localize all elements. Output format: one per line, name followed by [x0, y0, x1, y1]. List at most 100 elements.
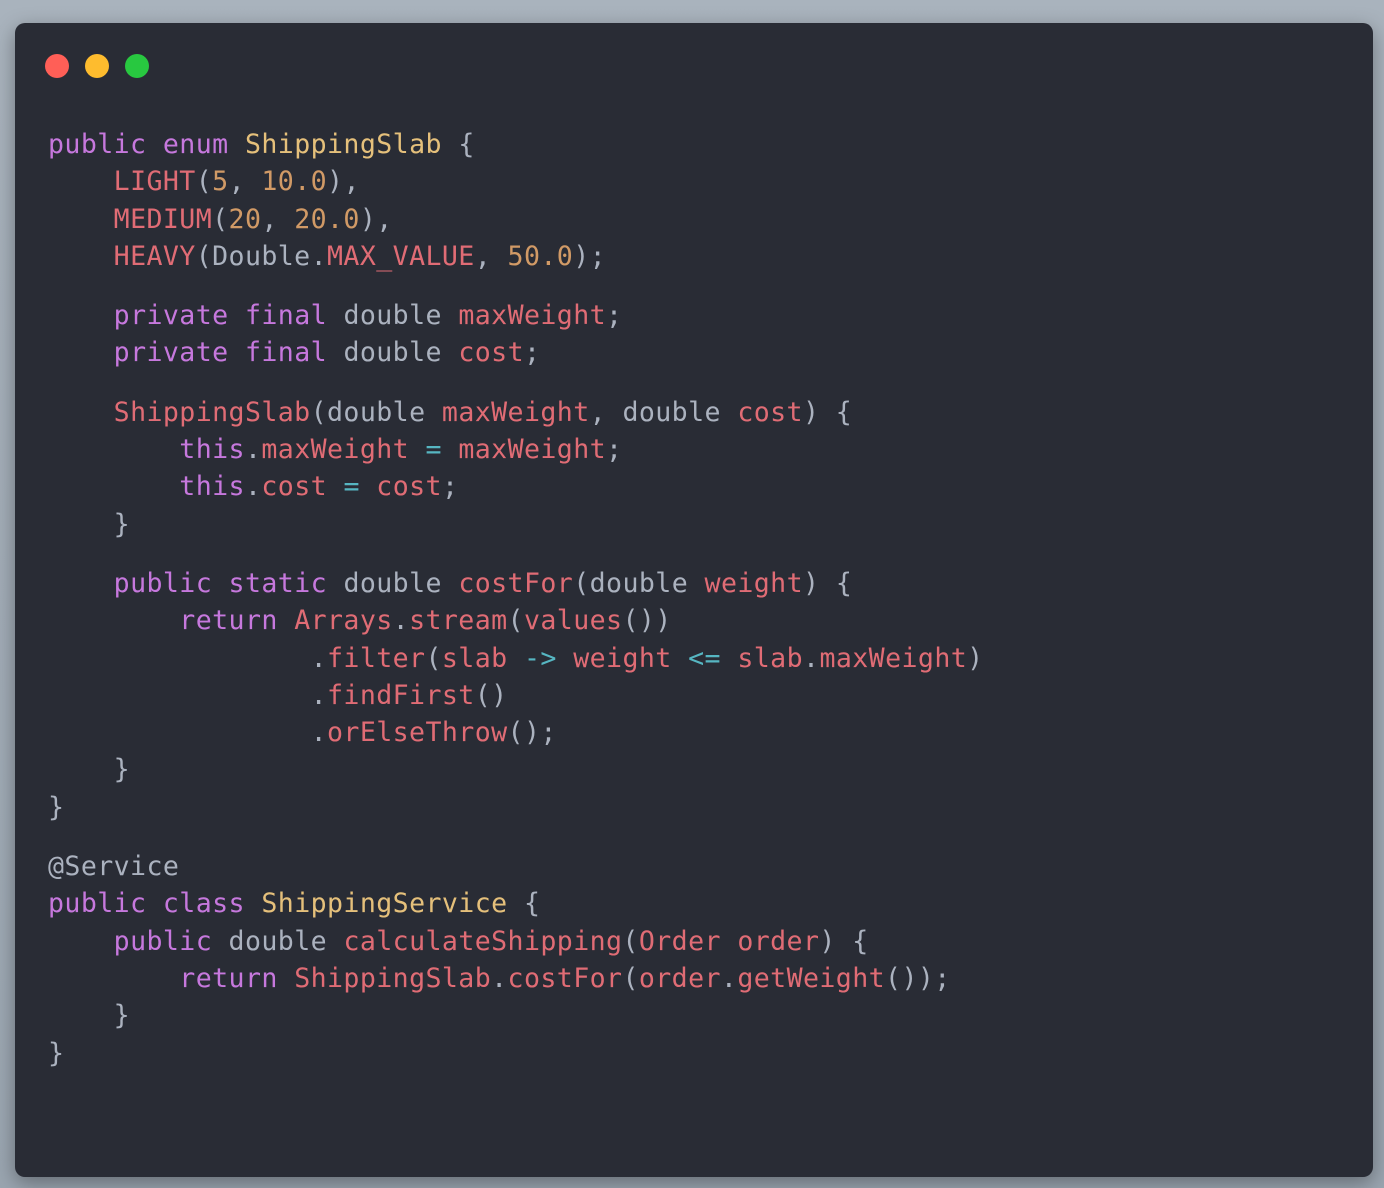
code-token-num: 5: [212, 166, 229, 198]
code-token-punc: ());: [885, 962, 951, 994]
code-token-punc: ,: [228, 166, 262, 198]
code-token-punc: (: [507, 605, 524, 637]
code-token-punc: (: [573, 567, 590, 599]
code-token-punc: (: [622, 925, 639, 957]
code-token-punc: ) {: [802, 396, 853, 428]
code-token-punc: .: [244, 471, 262, 503]
code-window: public enum ShippingSlab { LIGHT(5, 10.0…: [15, 23, 1373, 1177]
code-line: HEAVY(Double.MAX_VALUE, 50.0);: [48, 238, 984, 275]
code-line: public static double costFor(double weig…: [48, 565, 984, 602]
code-token-field: Order: [638, 925, 721, 957]
code-line: }: [48, 751, 984, 788]
code-line: private final double cost;: [48, 334, 984, 371]
code-line: }: [48, 1035, 984, 1072]
code-token-punc: ) {: [819, 925, 869, 957]
code-token-kw: class: [162, 888, 245, 920]
code-token-field: maxWeight: [819, 642, 968, 674]
code-token-punc: ,: [589, 396, 623, 428]
code-token-num: 50.0: [507, 240, 574, 272]
minimize-window-button[interactable]: [85, 54, 109, 78]
code-token-punc: );: [573, 240, 607, 272]
code-token-punc: ;: [606, 300, 623, 332]
code-token-kw: private: [113, 300, 229, 332]
code-token-prim: double: [622, 396, 721, 428]
code-line: this.maxWeight = maxWeight;: [48, 431, 984, 468]
code-token-punc: ,: [474, 240, 508, 272]
code-token-fn: getWeight: [737, 962, 886, 994]
code-token-punc: (): [474, 679, 508, 711]
code-token-fn: orElseThrow: [327, 717, 508, 749]
code-token-punc: ()): [622, 605, 672, 637]
code-token-kw: enum: [162, 129, 229, 160]
code-token-kw: public: [48, 888, 147, 920]
code-line: public class ShippingService {: [48, 885, 984, 922]
code-token-punc: }: [113, 508, 131, 540]
code-token-const: MAX_VALUE: [327, 240, 475, 272]
code-line: public enum ShippingSlab {: [48, 126, 984, 163]
code-token-fn: calculateShipping: [343, 925, 623, 957]
code-token-punc: }: [48, 1037, 65, 1069]
code-token-kw: private: [113, 337, 229, 369]
code-token-punc: }: [113, 754, 131, 786]
code-token-field: weight: [573, 642, 672, 674]
code-block: public enum ShippingSlab { LIGHT(5, 10.0…: [48, 126, 984, 1072]
code-token-const: LIGHT: [113, 166, 196, 198]
code-token-fn: findFirst: [327, 679, 475, 711]
code-token-num: 20: [228, 203, 262, 235]
code-token-field: slab: [441, 642, 508, 674]
code-token-kw: public: [113, 925, 213, 957]
code-token-punc: ): [967, 642, 984, 674]
code-token-punc: .: [310, 642, 327, 674]
code-token-punc: ),: [327, 166, 360, 198]
code-token-kw: final: [244, 337, 328, 369]
code-line: public double calculateShipping(Order or…: [48, 923, 984, 960]
code-token-punc: .: [803, 642, 820, 674]
code-token-prim: double: [228, 925, 328, 957]
code-line: }: [48, 506, 984, 543]
zoom-window-button[interactable]: [125, 54, 149, 78]
code-token-punc: .: [244, 434, 262, 466]
code-line: }: [48, 997, 984, 1034]
code-token-const: MEDIUM: [113, 203, 213, 235]
code-token-punc: .: [310, 717, 327, 749]
code-token-const: HEAVY: [113, 240, 196, 272]
code-token-field: weight: [704, 567, 803, 599]
code-token-op: =: [425, 434, 442, 466]
close-window-button[interactable]: [45, 54, 69, 78]
code-token-kw: return: [179, 962, 278, 994]
code-line: @Service: [48, 848, 984, 885]
code-token-kw: final: [244, 300, 328, 332]
code-token-punc: (: [195, 166, 213, 198]
code-token-fn: values: [523, 605, 623, 637]
code-token-kw: this: [179, 434, 245, 466]
code-token-op: =: [343, 471, 360, 503]
code-token-kw: public: [48, 129, 147, 160]
code-token-punc: ,: [261, 203, 295, 235]
code-line: private final double maxWeight;: [48, 297, 984, 334]
code-token-punc: (: [310, 396, 328, 428]
code-token-prim: double: [327, 396, 426, 428]
